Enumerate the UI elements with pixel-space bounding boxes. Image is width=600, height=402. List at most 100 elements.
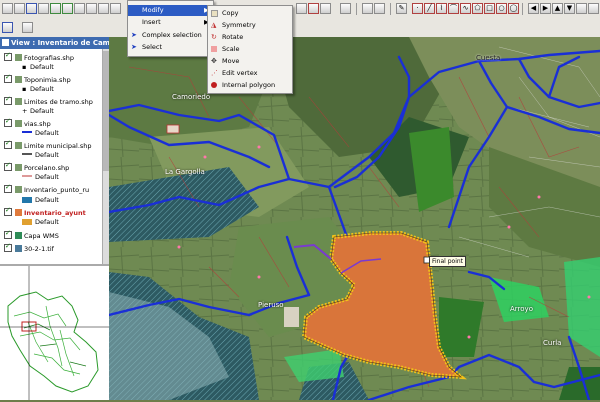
context-menu: Modify▶ Insert▶ ➤Complex selection ➤Sele… xyxy=(127,0,214,57)
point-icon[interactable]: · xyxy=(412,3,423,14)
submenu-item-symmetry[interactable]: ◮ Symmetry xyxy=(208,20,292,31)
layer-checkbox[interactable] xyxy=(4,139,12,149)
view-icon xyxy=(2,39,9,46)
circle-icon[interactable]: ○ xyxy=(496,3,507,14)
submenu-item-move[interactable]: ✥ Move xyxy=(208,56,292,67)
cursor-icon: ➤ xyxy=(131,31,137,39)
menu-item-complex-selection[interactable]: ➤ Complex selection xyxy=(128,30,213,41)
layer-item[interactable]: Limites de tramo.shp xyxy=(4,95,93,106)
layer-item[interactable]: vias.shp xyxy=(4,117,51,128)
symmetry-icon: ◮ xyxy=(211,21,217,29)
layer-item-active[interactable]: Inventario_ayunt xyxy=(4,206,86,217)
legend-default: Default xyxy=(22,196,59,205)
map-label: La Gargolla xyxy=(165,168,205,176)
layer-checkbox[interactable] xyxy=(4,206,12,216)
layer-legend: Fotografias.shp ▪Default Toponimia.shp ▪… xyxy=(0,49,109,264)
select-icon[interactable] xyxy=(320,3,331,14)
edit-vertex-icon: ⋰ xyxy=(211,69,218,77)
layer-add-icon[interactable] xyxy=(62,3,73,14)
layer-checkbox[interactable] xyxy=(4,117,12,127)
save-icon[interactable] xyxy=(26,3,37,14)
view-icon[interactable] xyxy=(2,22,13,33)
layer-item[interactable]: Limite municipal.shp xyxy=(4,139,92,150)
layer-checkbox[interactable] xyxy=(4,73,12,83)
spline-icon[interactable]: ∿ xyxy=(460,3,471,14)
line-icon[interactable]: ╱ xyxy=(424,3,435,14)
layer-icon xyxy=(15,142,22,149)
menu-item-modify[interactable]: Modify▶ xyxy=(128,5,213,16)
toolbar: ✎ · ╱ ⌇ ⌒ ∿ ⬠ □ ○ ◯ ◀ ▶ ▲ ▼ xyxy=(0,0,600,38)
layer-item[interactable]: Capa WMS xyxy=(4,229,59,240)
pan-icon[interactable] xyxy=(98,3,109,14)
wrench-icon[interactable]: ✎ xyxy=(396,3,407,14)
layer-checkbox[interactable] xyxy=(4,51,12,61)
copy-icon xyxy=(211,10,218,17)
map-label: Cuesta xyxy=(476,54,501,62)
arrow-up-icon[interactable]: ▲ xyxy=(552,3,563,14)
legend-default: Default xyxy=(22,218,59,227)
layer-icon xyxy=(15,164,22,171)
legend-default: + Default xyxy=(22,107,54,115)
layer-checkbox[interactable] xyxy=(4,161,12,171)
rect-draw-icon[interactable]: □ xyxy=(484,3,495,14)
arc-icon[interactable]: ⌒ xyxy=(448,3,459,14)
map-svg xyxy=(109,37,600,400)
submenu-item-edit-vertex[interactable]: ⋰ Edit vertex xyxy=(208,68,292,79)
arrow-down-icon[interactable]: ▼ xyxy=(564,3,575,14)
tooltip-final-point: Final point xyxy=(429,256,467,267)
layer-checkbox[interactable] xyxy=(4,183,12,193)
legend-scrollbar[interactable] xyxy=(102,49,109,264)
map-canvas[interactable] xyxy=(109,37,600,400)
submenu-item-rotate[interactable]: ↻ Rotate xyxy=(208,32,292,43)
arrow-cursor-icon: ➤ xyxy=(131,43,137,51)
map-label: Curla xyxy=(543,339,562,347)
legend-default: Default xyxy=(22,129,59,138)
view-title: View : Inventario de Caminos xyxy=(11,39,109,47)
layers-icon[interactable] xyxy=(576,3,587,14)
zoom-out-icon[interactable] xyxy=(86,3,97,14)
arrow-right-icon[interactable]: ▶ xyxy=(540,3,551,14)
toolbar-row-1: ✎ · ╱ ⌇ ⌒ ∿ ⬠ □ ○ ◯ ◀ ▶ ▲ ▼ xyxy=(0,0,600,18)
square-icon[interactable] xyxy=(308,3,319,14)
new-icon[interactable] xyxy=(2,3,13,14)
submenu-item-scale[interactable]: Scale xyxy=(208,44,292,55)
polygon-icon[interactable]: ⬠ xyxy=(472,3,483,14)
zoom-full-icon[interactable] xyxy=(110,3,121,14)
legend-default: Default xyxy=(22,173,59,182)
overview-svg xyxy=(0,266,109,400)
legend-icon[interactable] xyxy=(22,22,33,33)
info-icon[interactable] xyxy=(374,3,385,14)
arrow-left-icon[interactable]: ◀ xyxy=(528,3,539,14)
polyline-icon[interactable]: ⌇ xyxy=(436,3,447,14)
layer-item[interactable]: Inventario_punto_ru xyxy=(4,183,89,194)
menu-item-insert[interactable]: Insert▶ xyxy=(128,17,213,28)
zoom-in-icon[interactable] xyxy=(74,3,85,14)
open-icon[interactable] xyxy=(14,3,25,14)
internal-polygon-icon xyxy=(211,82,217,88)
layer-item[interactable]: Fotografias.shp xyxy=(4,51,74,62)
layer-item[interactable]: Toponimia.shp xyxy=(4,73,71,84)
raster-icon xyxy=(15,245,22,252)
refresh-icon[interactable] xyxy=(50,3,61,14)
submenu-item-copy[interactable]: Copy xyxy=(208,8,292,19)
layer-icon xyxy=(15,76,22,83)
more-icon[interactable] xyxy=(588,3,599,14)
menu-item-select[interactable]: ➤ Select xyxy=(128,42,213,53)
layer-checkbox[interactable] xyxy=(4,242,12,252)
layer-icon xyxy=(15,120,22,127)
print-icon[interactable] xyxy=(38,3,49,14)
ellipse-icon[interactable]: ◯ xyxy=(508,3,519,14)
legend-default: ▪ Default xyxy=(22,63,54,71)
modify-submenu: Copy ◮ Symmetry ↻ Rotate Scale ✥ Move ⋰ Edit… xyxy=(207,5,293,94)
layer-checkbox[interactable] xyxy=(4,229,12,239)
layer-checkbox[interactable] xyxy=(4,95,12,105)
rectangle-icon[interactable] xyxy=(296,3,307,14)
toolbar-row-2 xyxy=(0,19,600,37)
grid-icon[interactable] xyxy=(362,3,373,14)
map-label: Arroyo xyxy=(510,305,533,313)
layer-item[interactable]: Porcelano.shp xyxy=(4,161,69,172)
submenu-item-internal-polygon[interactable]: Internal polygon xyxy=(208,80,292,91)
table-icon[interactable] xyxy=(340,3,351,14)
layer-item[interactable]: 30-2-1.tif xyxy=(4,242,54,253)
overview-map[interactable] xyxy=(0,266,109,400)
